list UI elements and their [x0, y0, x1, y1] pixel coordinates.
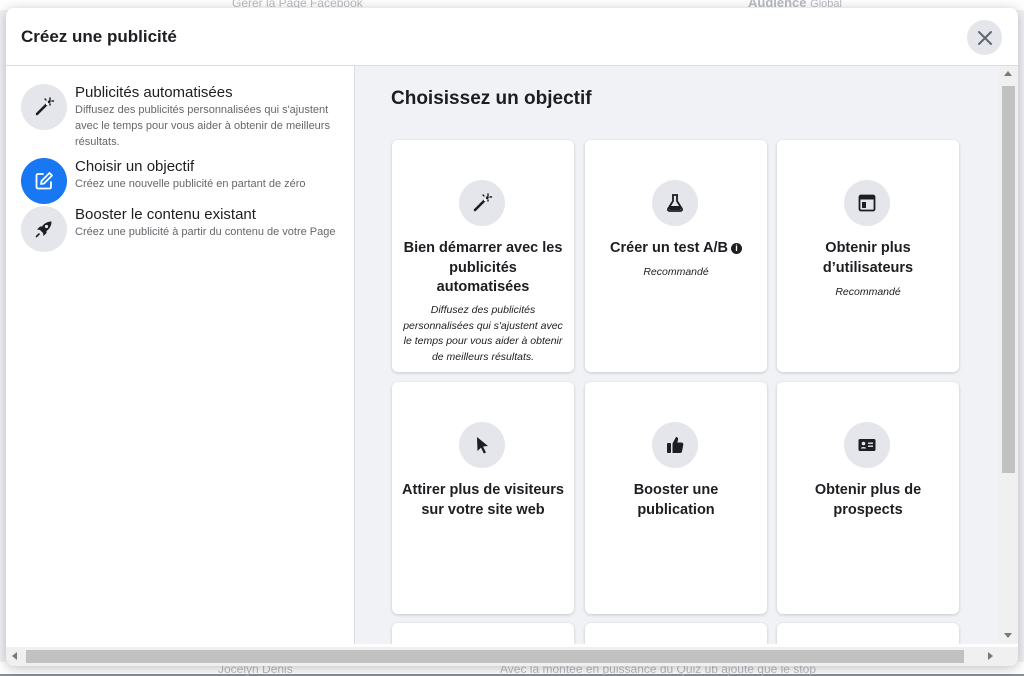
ad-type-sidebar: Publicités automatisées Diffusez des pub…: [6, 66, 355, 644]
card-title: Bien démarrer avec les publicités automa…: [403, 240, 563, 295]
card-partial[interactable]: [777, 623, 959, 644]
modal-header: Créez une publicité: [6, 8, 1018, 66]
card-title: Obtenir plus d’utilisateurs: [822, 240, 914, 276]
card-partial[interactable]: [585, 623, 767, 644]
vertical-scroll-thumb[interactable]: [1002, 86, 1015, 473]
horizontal-scroll-thumb[interactable]: [26, 650, 964, 663]
card-title: Obtenir plus de prospects: [814, 482, 922, 518]
vertical-scrollbar[interactable]: [999, 66, 1018, 644]
magic-wand-icon: [459, 180, 505, 226]
scroll-left-arrow-icon[interactable]: [12, 652, 17, 660]
info-icon[interactable]: i: [730, 243, 742, 254]
modal-title: Créez une publicité: [21, 27, 177, 46]
sidebar-item-description: Créez une nouvelle publicité en partant …: [75, 178, 306, 190]
app-window-icon: [844, 180, 890, 226]
edit-icon: [21, 158, 67, 204]
create-ad-modal: Créez une publicité Publicités automatis…: [6, 8, 1018, 666]
card-get-leads[interactable]: Obtenir plus de prospects: [777, 382, 959, 614]
sidebar-item-choose-objective[interactable]: Choisir un objectif Créez une nouvelle p…: [21, 158, 341, 204]
sidebar-item-label: Choisir un objectif: [75, 158, 195, 175]
sidebar-item-description: Créez une publicité à partir du contenu …: [75, 226, 336, 238]
horizontal-scrollbar[interactable]: [6, 647, 1018, 666]
contact-card-icon: [844, 422, 890, 468]
card-website-visitors[interactable]: Attirer plus de visiteurs sur votre site…: [392, 382, 574, 614]
scroll-up-arrow-icon[interactable]: [1004, 71, 1012, 76]
sidebar-item-description: Diffusez des publicités personnalisées q…: [75, 104, 330, 148]
card-recommended-label: Recommandé: [643, 266, 709, 278]
card-description: Diffusez des publicités personnalisées q…: [403, 304, 563, 363]
card-title: Attirer plus de visiteurs sur votre site…: [402, 482, 564, 518]
flask-icon: [652, 180, 698, 226]
objectives-panel: Choisissez un objectif Bien démarrer ave…: [355, 66, 999, 644]
close-button[interactable]: [967, 20, 1002, 55]
card-title: Créer un test A/B i: [595, 239, 757, 259]
card-get-users[interactable]: Obtenir plus d’utilisateurs Recommandé: [777, 140, 959, 372]
card-partial[interactable]: [392, 623, 574, 644]
scroll-down-arrow-icon[interactable]: [1004, 633, 1012, 638]
cursor-icon: [459, 422, 505, 468]
card-ab-test[interactable]: Créer un test A/B i Recommandé: [585, 140, 767, 372]
scroll-right-arrow-icon[interactable]: [988, 652, 993, 660]
card-boost-post[interactable]: Booster une publication: [585, 382, 767, 614]
card-automated-ads[interactable]: Bien démarrer avec les publicités automa…: [392, 140, 574, 372]
rocket-icon: [21, 206, 67, 252]
magic-wand-icon: [21, 84, 67, 130]
sidebar-item-boost-content[interactable]: Booster le contenu existant Créez une pu…: [21, 206, 341, 256]
objectives-title: Choisissez un objectif: [391, 88, 592, 109]
card-title: Booster une publication: [633, 482, 719, 518]
close-icon: [977, 30, 992, 45]
sidebar-item-label: Publicités automatisées: [75, 84, 233, 101]
sidebar-item-label: Booster le contenu existant: [75, 206, 256, 223]
thumbs-up-icon: [652, 422, 698, 468]
card-recommended-label: Recommandé: [835, 286, 901, 298]
sidebar-item-automated-ads[interactable]: Publicités automatisées Diffusez des pub…: [21, 84, 341, 148]
